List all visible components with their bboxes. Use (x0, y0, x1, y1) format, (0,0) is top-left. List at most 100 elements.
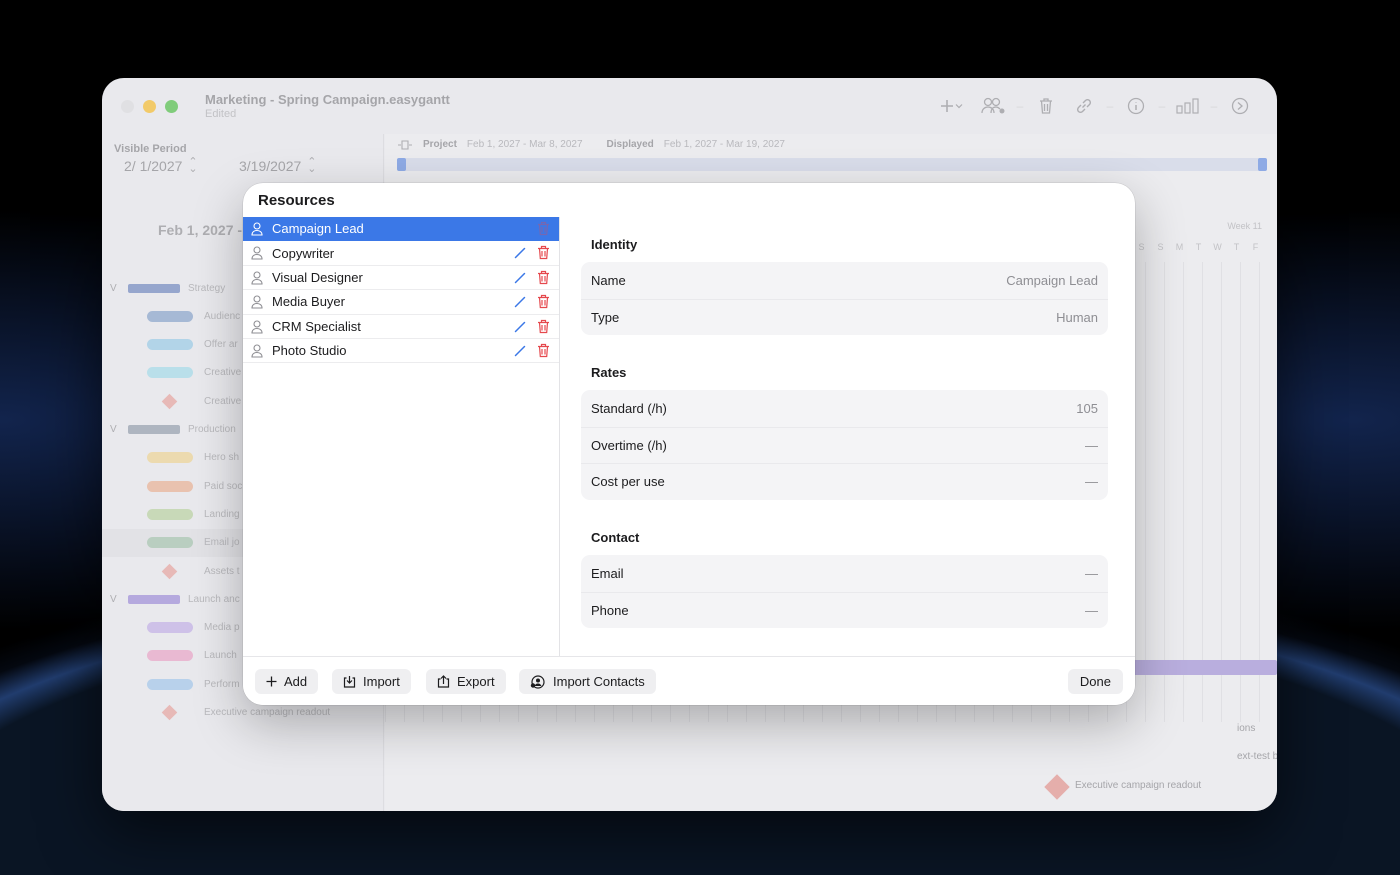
task-label: Creative (204, 395, 242, 407)
import-contacts-button[interactable]: Import Contacts (519, 669, 656, 694)
task-pill (147, 650, 193, 662)
done-button[interactable]: Done (1067, 669, 1123, 694)
export-icon (437, 675, 450, 688)
traffic-lights (121, 99, 178, 113)
sheet-title: Resources (258, 192, 335, 209)
people-icon (981, 97, 1005, 114)
group-bar (128, 425, 180, 434)
gantt-date-header: Feb 1, 2027 - (158, 222, 243, 238)
resource-row[interactable]: CRM Specialist (243, 315, 559, 339)
day-letters: SSMTWTF (1132, 242, 1265, 252)
task-label: Paid soc (204, 480, 243, 492)
trash-icon[interactable] (537, 221, 550, 236)
visible-period-end-value: 3/19/2027 (239, 158, 302, 174)
cost-per-use-row[interactable]: Cost per use — (581, 463, 1108, 500)
pencil-icon[interactable] (514, 247, 526, 259)
delete-toolbar-button[interactable] (1027, 92, 1065, 120)
visible-period-start[interactable]: 2/ 1/2027 ⌃ ⌄ (124, 157, 198, 175)
gantt-milestone[interactable] (1044, 774, 1070, 800)
export-button[interactable]: Export (426, 669, 506, 694)
day-letter: M (1175, 242, 1184, 252)
trash-icon[interactable] (537, 245, 550, 260)
contacts-icon (530, 674, 545, 689)
name-row[interactable]: Name Campaign Lead (581, 262, 1108, 299)
task-label: Assets t (204, 565, 240, 577)
export-label: Export (457, 674, 495, 689)
task-pill (147, 310, 193, 322)
name-label: Name (591, 272, 626, 288)
pencil-icon[interactable] (514, 272, 526, 284)
info-toolbar-button[interactable] (1117, 92, 1155, 120)
visible-period-start-value: 2/ 1/2027 (124, 158, 183, 174)
type-value: Human (1056, 309, 1098, 325)
person-icon (251, 271, 263, 285)
day-letter: T (1233, 242, 1240, 252)
contact-section-title: Contact (591, 530, 640, 545)
person-icon (251, 295, 263, 309)
task-pill (147, 622, 193, 634)
pencil-icon[interactable] (514, 321, 526, 333)
resource-row[interactable]: Media Buyer (243, 290, 559, 315)
add-resource-button[interactable]: Add (255, 669, 319, 694)
group-bar (128, 594, 180, 604)
timeline-scrubber[interactable] (397, 158, 1267, 171)
trash-icon[interactable] (537, 343, 550, 358)
pencil-icon[interactable] (514, 223, 526, 235)
task-label: Executive campaign readout (204, 707, 331, 718)
minimize-window-button[interactable] (143, 99, 156, 113)
task-pill (147, 678, 193, 690)
task-pill (147, 339, 193, 351)
close-window-button[interactable] (121, 99, 134, 113)
resources-toolbar-button[interactable] (975, 92, 1013, 120)
gantt-group-bar[interactable] (1132, 660, 1277, 675)
pencil-icon[interactable] (514, 296, 526, 308)
trash-icon[interactable] (537, 319, 550, 334)
trash-icon[interactable] (537, 294, 550, 309)
chevron-down-icon[interactable]: V (110, 283, 117, 294)
add-menu-button[interactable] (927, 92, 975, 120)
import-button[interactable]: Import (332, 669, 411, 694)
standard-rate-value: 105 (1076, 400, 1098, 416)
phone-row[interactable]: Phone — (581, 591, 1108, 629)
stepper-icon[interactable]: ⌃ ⌄ (307, 157, 316, 175)
person-icon (251, 246, 263, 260)
trash-icon[interactable] (537, 270, 550, 285)
share-toolbar-button[interactable] (1221, 92, 1259, 120)
overtime-rate-row[interactable]: Overtime (/h) — (581, 426, 1108, 464)
cost-per-use-label: Cost per use (591, 474, 665, 490)
add-label: Add (284, 674, 308, 689)
clock-arrow-icon (1231, 97, 1249, 115)
chevron-down-icon[interactable]: V (110, 424, 117, 435)
chevron-down-icon[interactable]: V (110, 594, 117, 605)
stepper-icon[interactable]: ⌃ ⌄ (188, 157, 197, 175)
visible-period-end[interactable]: 3/19/2027 ⌃ ⌄ (239, 157, 317, 175)
phone-value: — (1085, 602, 1098, 618)
chart-toolbar-button[interactable] (1169, 92, 1207, 120)
type-row[interactable]: Type Human (581, 298, 1108, 336)
done-label: Done (1079, 674, 1111, 689)
task-pill (147, 508, 193, 520)
link-toolbar-button[interactable] (1065, 92, 1103, 120)
standard-rate-row[interactable]: Standard (/h) 105 (581, 390, 1108, 427)
task-label: Email jo (204, 537, 240, 549)
phone-label: Phone (591, 602, 629, 618)
link-icon (1076, 98, 1092, 114)
task-label: Media p (204, 622, 240, 634)
resource-row[interactable]: Campaign Lead (243, 217, 559, 242)
resource-row[interactable]: Copywriter (243, 241, 559, 266)
trash-icon (1040, 98, 1052, 114)
toolbar-separator: – (1158, 99, 1166, 113)
type-label: Type (591, 309, 620, 325)
toolbar-separator: – (1210, 99, 1218, 113)
pencil-icon[interactable] (514, 345, 526, 357)
project-range-bar: Project Feb 1, 2027 - Mar 8, 2027 Displa… (397, 139, 785, 150)
task-label: Landing (204, 508, 240, 520)
import-label: Import (363, 674, 400, 689)
resource-name: Campaign Lead (272, 221, 364, 237)
resource-row[interactable]: Visual Designer (243, 266, 559, 291)
zoom-window-button[interactable] (165, 99, 178, 113)
week-label: Week 11 (1227, 221, 1262, 231)
resource-row[interactable]: Photo Studio (243, 339, 559, 364)
resource-name: Media Buyer (272, 294, 345, 310)
email-row[interactable]: Email — (581, 555, 1108, 592)
